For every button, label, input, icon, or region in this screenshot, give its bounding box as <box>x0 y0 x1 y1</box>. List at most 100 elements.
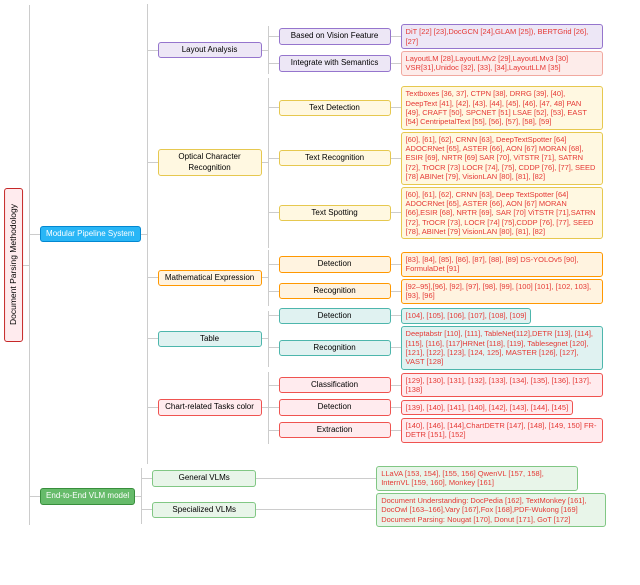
node-math: Mathematical Expression <box>158 270 262 286</box>
connector <box>391 63 401 64</box>
row-vlm-gen: General VLMs LLaVA [153, 154], [155, 156… <box>142 466 606 491</box>
row-ocr-spot: Text Spotting [60], [61], [62], CRNN [63… <box>269 187 603 240</box>
leaf-text: LLaVA [153, 154], [155, 156] QwenVL [157… <box>381 469 544 487</box>
node-table: Table <box>158 331 262 347</box>
row-table-det: Detection [104], [105], [106], [107], [1… <box>269 308 603 324</box>
bracket-vlm <box>141 468 142 524</box>
connector <box>391 315 401 316</box>
node-layout-vision: Based on Vision Feature <box>279 28 391 44</box>
tree-root: Document Parsing Methodology Modular Pip… <box>4 4 640 527</box>
connector <box>269 107 279 108</box>
math-children: Detection [83], [84], [85], [86], [87], … <box>269 252 603 304</box>
node-vlm: End-to-End VLM model <box>40 488 135 504</box>
leaf-text: Document Understanding: DocPedia [162], … <box>381 496 586 524</box>
row-chart-cls: Classification [129], [130], [131], [132… <box>269 373 603 398</box>
connector <box>391 291 401 292</box>
leaf-text: Deeptabstr [110], [111], TableNet[112],D… <box>406 329 593 366</box>
leaf-chart-ext: [140], [146], [144],ChartDETR [147], [14… <box>401 418 603 443</box>
row-chart-det: Detection [139], [140], [141], [140], [1… <box>269 399 603 415</box>
branch-table: Table Detection [104], [105], [106], [10… <box>148 308 603 370</box>
leaf-chart-cls: [129], [130], [131], [132], [133], [134]… <box>401 373 603 398</box>
chart-children: Classification [129], [130], [131], [132… <box>269 373 603 443</box>
connector <box>269 430 279 431</box>
table-children: Detection [104], [105], [106], [107], [1… <box>269 308 603 370</box>
node-table-det: Detection <box>279 308 391 324</box>
leaf-vlm-gen: LLaVA [153, 154], [155, 156] QwenVL [157… <box>376 466 578 491</box>
row-layout-vision: Based on Vision Feature DiT [22] [23],Do… <box>269 24 603 49</box>
level1-children: Modular Pipeline System Layout Analysis … <box>30 4 606 527</box>
connector <box>269 36 279 37</box>
connector <box>256 478 376 479</box>
branch-layout: Layout Analysis Based on Vision Feature … <box>148 24 603 76</box>
node-ocr-spot: Text Spotting <box>279 205 391 221</box>
leaf-layout-vision: DiT [22] [23],DocGCN [24],GLAM [25]), BE… <box>401 24 603 49</box>
connector <box>148 338 158 339</box>
node-table-rec: Recognition <box>279 340 391 356</box>
connector <box>256 509 376 510</box>
bracket <box>268 372 269 444</box>
mps-children: Layout Analysis Based on Vision Feature … <box>148 24 603 443</box>
bracket <box>268 250 269 306</box>
layout-children: Based on Vision Feature DiT [22] [23],Do… <box>269 24 603 76</box>
connector <box>269 264 279 265</box>
leaf-text: [139], [140], [141], [140], [142], [143]… <box>406 403 569 412</box>
leaf-text: [60], [61], [62], CRNN [63], Deep TextSp… <box>406 190 596 237</box>
leaf-table-rec: Deeptabstr [110], [111], TableNet[112],D… <box>401 326 603 370</box>
connector <box>148 407 158 408</box>
branch-vlm: End-to-End VLM model General VLMs LLaVA … <box>30 466 606 527</box>
bracket-mps <box>147 4 148 464</box>
connector <box>391 264 401 265</box>
connector <box>391 430 401 431</box>
row-vlm-spec: Specialized VLMs Document Understanding:… <box>142 493 606 527</box>
node-vlm-spec: Specialized VLMs <box>152 502 256 518</box>
connector <box>269 63 279 64</box>
node-chart-cls: Classification <box>279 377 391 393</box>
leaf-ocr-rec: [60], [61], [62], CRNN [63], DeepTextSpo… <box>401 132 603 185</box>
row-ocr-det: Text Detection Textboxes [36, 37], CTPN … <box>269 86 603 130</box>
connector <box>269 212 279 213</box>
row-chart-ext: Extraction [140], [146], [144],ChartDETR… <box>269 418 603 443</box>
connector <box>391 385 401 386</box>
branch-mps: Modular Pipeline System Layout Analysis … <box>30 4 606 464</box>
node-vlm-gen: General VLMs <box>152 470 256 486</box>
connector <box>269 347 279 348</box>
vlm-children: General VLMs LLaVA [153, 154], [155, 156… <box>142 466 606 527</box>
leaf-chart-det: [139], [140], [141], [140], [142], [143]… <box>401 400 574 415</box>
bracket <box>268 26 269 74</box>
connector <box>269 158 279 159</box>
leaf-text: DiT [22] [23],DocGCN [24],GLAM [25]), BE… <box>406 27 589 45</box>
node-ocr-det: Text Detection <box>279 100 391 116</box>
connector <box>391 347 401 348</box>
leaf-text: [60], [61], [62], CRNN [63], DeepTextSpo… <box>406 135 596 182</box>
connector <box>30 234 40 235</box>
connector <box>148 50 158 51</box>
node-mps: Modular Pipeline System <box>40 226 140 242</box>
row-math-det: Detection [83], [84], [85], [86], [87], … <box>269 252 603 277</box>
bracket <box>268 311 269 367</box>
connector <box>148 162 158 163</box>
root-node: Document Parsing Methodology <box>4 188 23 342</box>
node-chart-ext: Extraction <box>279 422 391 438</box>
node-ocr-rec: Text Recognition <box>279 150 391 166</box>
bracket <box>268 78 269 248</box>
leaf-math-rec: [92–95],[96], [92], [97], [98], [99], [1… <box>401 279 603 304</box>
connector <box>391 212 401 213</box>
leaf-text: [129], [130], [131], [132], [133], [134]… <box>406 376 592 394</box>
leaf-ocr-spot: [60], [61], [62], CRNN [63], Deep TextSp… <box>401 187 603 240</box>
leaf-text: LayoutLM [28],LayoutLMv2 [29],LayoutLMv3… <box>406 54 569 72</box>
row-math-rec: Recognition [92–95],[96], [92], [97], [9… <box>269 279 603 304</box>
connector <box>391 107 401 108</box>
connector <box>391 36 401 37</box>
node-math-rec: Recognition <box>279 283 391 299</box>
leaf-table-det: [104], [105], [106], [107], [108], [109] <box>401 308 532 323</box>
branch-ocr: Optical Character Recognition Text Detec… <box>148 78 603 248</box>
connector <box>391 407 401 408</box>
row-layout-sem: Integrate with Semantics LayoutLM [28],L… <box>269 51 603 76</box>
connector <box>391 158 401 159</box>
connector <box>269 407 279 408</box>
leaf-text: Textboxes [36, 37], CTPN [38], DRRG [39]… <box>406 89 587 126</box>
node-ocr: Optical Character Recognition <box>158 149 262 176</box>
connector <box>269 315 279 316</box>
bracket-l0 <box>29 5 30 525</box>
node-layout: Layout Analysis <box>158 42 262 58</box>
